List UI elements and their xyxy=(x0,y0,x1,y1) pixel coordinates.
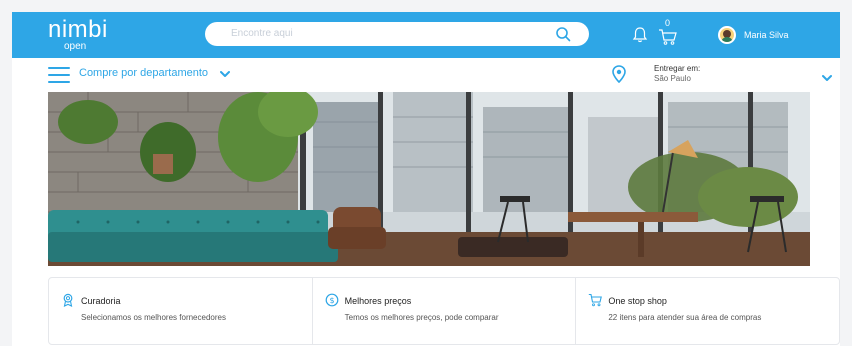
delivery-label: Entregar em: xyxy=(654,64,701,73)
departments-menu-label[interactable]: Compre por departamento xyxy=(79,67,208,79)
cart-icon xyxy=(589,293,603,307)
feature-one-stop-shop: One stop shop 22 itens para atender sua … xyxy=(576,278,839,344)
user-name[interactable]: Maria Silva xyxy=(744,30,789,40)
user-avatar[interactable] xyxy=(718,26,736,44)
chevron-down-icon[interactable] xyxy=(822,74,832,82)
menu-icon[interactable] xyxy=(48,67,70,83)
features-bar: Curadoria Selecionamos os melhores forne… xyxy=(48,277,840,345)
chevron-down-icon[interactable] xyxy=(220,70,230,78)
location-pin-icon xyxy=(612,65,626,83)
office-lounge-illustration xyxy=(48,92,810,266)
feature-curadoria: Curadoria Selecionamos os melhores forne… xyxy=(49,278,313,344)
feature-title: One stop shop xyxy=(608,296,667,306)
feature-title: Melhores preços xyxy=(344,296,412,306)
award-icon xyxy=(63,293,73,307)
page-frame: nimbi open Encontre aqui 0 Maria Silva C… xyxy=(12,12,840,346)
top-header: nimbi open Encontre aqui 0 Maria Silva xyxy=(12,12,840,58)
nimbi-logo[interactable]: nimbi open xyxy=(48,18,108,52)
sub-navigation: Compre por departamento Entregar em: São… xyxy=(12,58,840,90)
dollar-icon: $ xyxy=(325,293,339,307)
feature-description: 22 itens para atender sua área de compra… xyxy=(608,313,762,322)
feature-description: Temos os melhores preços, pode comparar xyxy=(344,313,499,322)
feature-melhores-precos: $ Melhores preços Temos os melhores preç… xyxy=(313,278,577,344)
hero-banner-image xyxy=(48,92,810,266)
cart-count-badge: 0 xyxy=(665,18,671,28)
feature-title: Curadoria xyxy=(81,296,121,306)
svg-text:$: $ xyxy=(329,296,334,305)
logo-secondary: open xyxy=(64,41,87,52)
delivery-city[interactable]: São Paulo xyxy=(654,74,691,83)
search-bar[interactable]: Encontre aqui xyxy=(205,22,589,46)
feature-description: Selecionamos os melhores fornecedores xyxy=(81,313,226,322)
logo-primary: nimbi xyxy=(48,16,108,43)
search-input[interactable]: Encontre aqui xyxy=(231,28,293,39)
cart-icon[interactable] xyxy=(658,28,678,46)
bell-icon[interactable] xyxy=(632,26,648,44)
search-icon[interactable] xyxy=(555,26,571,42)
